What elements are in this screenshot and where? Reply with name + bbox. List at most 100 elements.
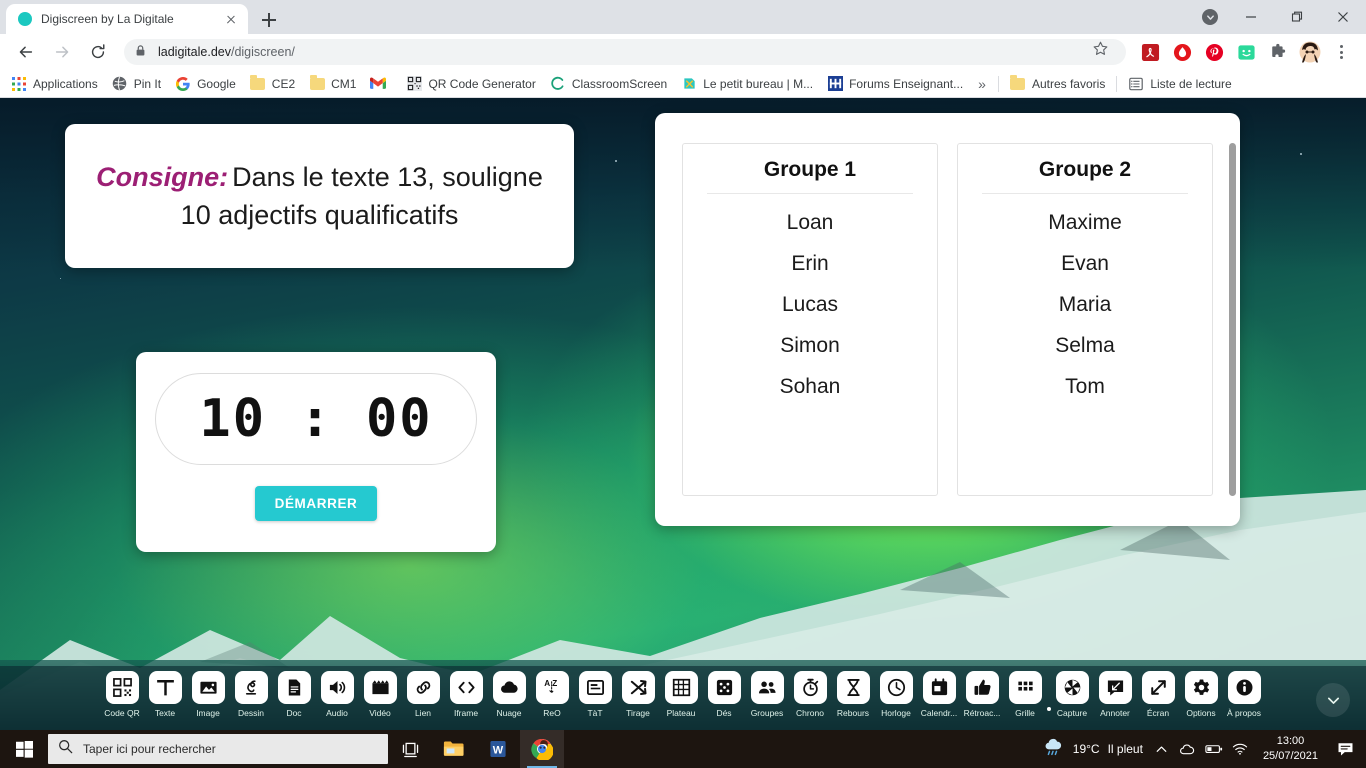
battery-icon[interactable] [1201,730,1227,768]
group-column-2: Groupe 2 Maxime Evan Maria Selma Tom [957,143,1213,496]
folder-icon [250,75,266,92]
wifi-icon[interactable] [1227,730,1253,768]
back-arrow-icon[interactable] [12,38,40,66]
dock-item-tirage[interactable]: Tirage [617,671,660,718]
onedrive-icon[interactable] [1175,730,1201,768]
dock-item-options[interactable]: Options [1180,671,1223,718]
bookmark-applications[interactable]: Applications [4,73,105,95]
opera-vpn-extension[interactable] [1169,39,1195,65]
chevron-down-icon[interactable] [1316,683,1350,717]
bookmark-other-favorites[interactable]: Autres favoris [1003,73,1112,95]
adobe-acrobat-extension[interactable] [1137,39,1163,65]
bookmark-pin-it[interactable]: Pin It [105,73,168,95]
reading-list-button[interactable]: Liste de lecture [1121,73,1238,95]
camera-shutter-icon [1055,671,1089,704]
document-icon [277,671,311,704]
dock-item-nuage[interactable]: Nuage [488,671,531,718]
dock-item-horloge[interactable]: Horloge [875,671,918,718]
bookmarks-overflow-button[interactable]: » [970,76,994,92]
extensions-puzzle-icon[interactable] [1265,39,1291,65]
dock-item-calendrier[interactable]: Calendr... [918,671,961,718]
close-icon[interactable] [1320,0,1366,34]
dock-item-ecran[interactable]: Écran [1137,671,1180,718]
dock-item-annoter[interactable]: Annoter [1094,671,1137,718]
dock-item-doc[interactable]: Doc [273,671,316,718]
task-view-icon[interactable] [388,730,432,768]
chevron-up-icon[interactable] [1149,730,1175,768]
dock-item-video[interactable]: Vidéo [359,671,402,718]
bookmark-google[interactable]: Google [168,73,243,95]
browser-tab[interactable]: Digiscreen by La Digitale [6,4,248,34]
weather-widget[interactable]: 19°C Il pleut [1037,737,1149,762]
close-icon[interactable] [222,10,240,28]
cloud-icon [492,671,526,704]
scrollbar-thumb[interactable] [1229,143,1236,496]
kebab-menu-icon[interactable] [1328,39,1354,65]
dock-label: Nuage [496,708,522,718]
window-controls [1192,0,1366,34]
pinterest-extension[interactable] [1201,39,1227,65]
link-chain-icon [406,671,440,704]
profile-avatar[interactable] [1297,39,1323,65]
file-explorer-icon[interactable] [432,730,476,768]
navigation-bar: ladigitale.dev/digiscreen/ [0,34,1366,70]
dock-item-capture[interactable]: Capture [1051,671,1094,718]
plus-icon[interactable] [256,7,282,33]
dock-item-reo[interactable]: AZ ReO [531,671,574,718]
dock-item-iframe[interactable]: Iframe [445,671,488,718]
dock-label: Annoter [1100,708,1130,718]
forward-arrow-icon[interactable] [48,38,76,66]
dock-item-audio[interactable]: Audio [316,671,359,718]
bookmark-star-icon[interactable] [1092,40,1116,64]
bookmark-label: Liste de lecture [1150,76,1232,91]
windows-start-icon[interactable] [0,730,48,768]
dock-item-grille[interactable]: Grille [1004,671,1047,718]
minimize-icon[interactable] [1228,0,1274,34]
dock-item-a-propos[interactable]: À propos [1223,671,1266,718]
bookmark-label: Forums Enseignant... [849,76,964,91]
dock-item-image[interactable]: Image [187,671,230,718]
bookmark-forums-enseignant[interactable]: Forums Enseignant... [820,73,970,95]
notification-icon[interactable] [1328,730,1362,768]
countdown-timer-card: 10 : 00 DÉMARRER [136,352,496,552]
bookmark-label: Pin It [133,76,162,91]
code-brackets-icon [449,671,483,704]
dock-item-code-qr[interactable]: Code QR [101,671,144,718]
address-bar[interactable]: ladigitale.dev/digiscreen/ [124,39,1126,65]
dock-item-dessin[interactable]: Dessin [230,671,273,718]
dock-item-tat[interactable]: TàT [574,671,617,718]
dock-item-retroaction[interactable]: Rétroac... [961,671,1004,718]
dock-item-groupes[interactable]: Groupes [746,671,789,718]
window-panel-icon [578,671,612,704]
consigne-label: Consigne: [96,161,229,192]
folder-icon [309,75,325,92]
bookmark-le-petit-bureau[interactable]: Le petit bureau | M... [674,73,820,95]
dock-item-texte[interactable]: Texte [144,671,187,718]
search-input[interactable]: Taper ici pour rechercher [48,734,388,764]
dock-item-plateau[interactable]: Plateau [660,671,703,718]
maximize-icon[interactable] [1274,0,1320,34]
tab-strip: Digiscreen by La Digitale [0,0,1366,34]
search-placeholder: Taper ici pour rechercher [83,742,216,756]
clock-date[interactable]: 13:00 25/07/2021 [1253,734,1328,764]
dock-item-des[interactable]: Dés [703,671,746,718]
bookmark-gmail[interactable] [363,73,399,95]
dock-item-chrono[interactable]: Chrono [789,671,832,718]
word-icon[interactable]: W [476,730,520,768]
dock-item-rebours[interactable]: Rebours [832,671,875,718]
dock-item-lien[interactable]: Lien [402,671,445,718]
timer-display[interactable]: 10 : 00 [155,373,477,465]
bookmark-label: CM1 [331,76,357,91]
bookmark-cm1[interactable]: CM1 [302,73,363,95]
download-chevron-icon[interactable] [1192,0,1228,34]
chrome-icon[interactable] [520,730,564,768]
bookmark-qr-code-generator[interactable]: QR Code Generator [399,73,542,95]
reload-icon[interactable] [84,38,112,66]
bookmark-label: CE2 [271,76,296,91]
screencastify-extension[interactable] [1233,39,1259,65]
dock-label: Vidéo [369,708,391,718]
start-timer-button[interactable]: DÉMARRER [254,486,378,521]
bookmark-classroomscreen[interactable]: ClassroomScreen [543,73,674,95]
bookmark-ce2[interactable]: CE2 [243,73,302,95]
svg-text:W: W [493,745,504,757]
